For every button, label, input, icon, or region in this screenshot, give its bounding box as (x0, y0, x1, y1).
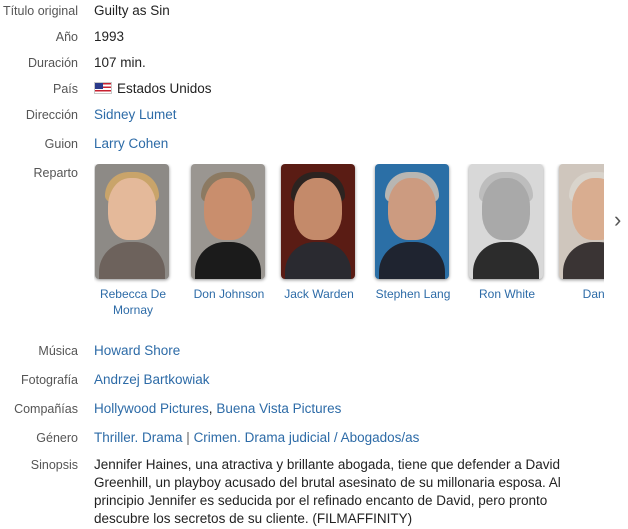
composer-link[interactable]: Howard Shore (94, 343, 180, 358)
actor-photo[interactable] (281, 164, 355, 279)
label-sinopsis: Sinopsis (30, 458, 78, 472)
actor-link[interactable]: Stephen Lang (376, 287, 451, 301)
cast-member[interactable]: Jack Warden (280, 164, 358, 302)
value-anio: 1993 (94, 29, 125, 44)
value-guion: Larry Cohen (94, 135, 614, 153)
company-link[interactable]: Buena Vista Pictures (216, 401, 341, 416)
film-details: Título original Guilty as Sin Año 1993 D… (0, 0, 628, 529)
director-link[interactable]: Sidney Lumet (94, 107, 177, 122)
label-reparto: Reparto (33, 166, 78, 180)
country-name: Estados Unidos (117, 81, 212, 96)
cast-member[interactable]: Rebecca De Mornay (94, 164, 172, 318)
cinematographer-link[interactable]: Andrzej Bartkowiak (94, 372, 210, 387)
actor-link[interactable]: Jack Warden (284, 287, 354, 301)
genre-link[interactable]: Crimen. Drama judicial / Abogados/as (194, 430, 420, 445)
value-pais: Estados Unidos (94, 80, 614, 98)
label-titulo: Título original (2, 4, 78, 18)
face (482, 178, 530, 240)
actor-photo[interactable] (469, 164, 543, 279)
actor-link[interactable]: Dana (583, 287, 604, 301)
actor-link[interactable]: Don Johnson (194, 287, 265, 301)
cast-member[interactable]: Don Johnson (190, 164, 268, 302)
value-fotografia: Andrzej Bartkowiak (94, 371, 614, 389)
label-direccion: Dirección (25, 108, 78, 122)
cast-carousel: Rebecca De Mornay Don Johnson Jack Warde… (94, 164, 604, 324)
shoulders (285, 242, 351, 279)
value-genero: Thriller. Drama | Crimen. Drama judicial… (94, 429, 614, 447)
value-titulo: Guilty as Sin (94, 3, 170, 18)
actor-photo[interactable] (559, 164, 604, 279)
shoulders (473, 242, 539, 279)
cast-member[interactable]: Stephen Lang (374, 164, 452, 302)
shoulders (379, 242, 445, 279)
genre-link[interactable]: Thriller. Drama (94, 430, 183, 445)
actor-photo[interactable] (95, 164, 169, 279)
face (108, 178, 156, 240)
us-flag-icon (94, 82, 112, 94)
value-direccion: Sidney Lumet (94, 106, 614, 124)
value-duracion: 107 min. (94, 55, 146, 70)
shoulders (99, 242, 165, 279)
cast-member[interactable]: Dana (558, 164, 604, 302)
shoulders (563, 242, 604, 279)
chevron-right-icon[interactable]: › (614, 208, 621, 232)
label-musica: Música (38, 344, 78, 358)
face (572, 178, 604, 240)
actor-link[interactable]: Rebecca De Mornay (100, 287, 166, 317)
label-genero: Género (36, 431, 78, 445)
label-pais: País (52, 82, 78, 96)
value-sinopsis: Jennifer Haines, una atractiva y brillan… (94, 457, 561, 526)
value-companias: Hollywood Pictures, Buena Vista Pictures (94, 400, 614, 418)
actor-photo[interactable] (375, 164, 449, 279)
value-musica: Howard Shore (94, 342, 614, 360)
label-duracion: Duración (27, 56, 78, 70)
label-guion: Guion (44, 137, 78, 151)
shoulders (195, 242, 261, 279)
company-link[interactable]: Hollywood Pictures (94, 401, 209, 416)
genre-separator: | (186, 430, 190, 445)
label-companias: Compañías (14, 402, 78, 416)
face (294, 178, 342, 240)
actor-photo[interactable] (191, 164, 265, 279)
face (204, 178, 252, 240)
writer-link[interactable]: Larry Cohen (94, 136, 168, 151)
label-anio: Año (55, 30, 78, 44)
actor-link[interactable]: Ron White (479, 287, 535, 301)
company-separator: , (208, 401, 213, 416)
face (388, 178, 436, 240)
cast-member[interactable]: Ron White (468, 164, 546, 302)
label-fotografia: Fotografía (21, 373, 78, 387)
